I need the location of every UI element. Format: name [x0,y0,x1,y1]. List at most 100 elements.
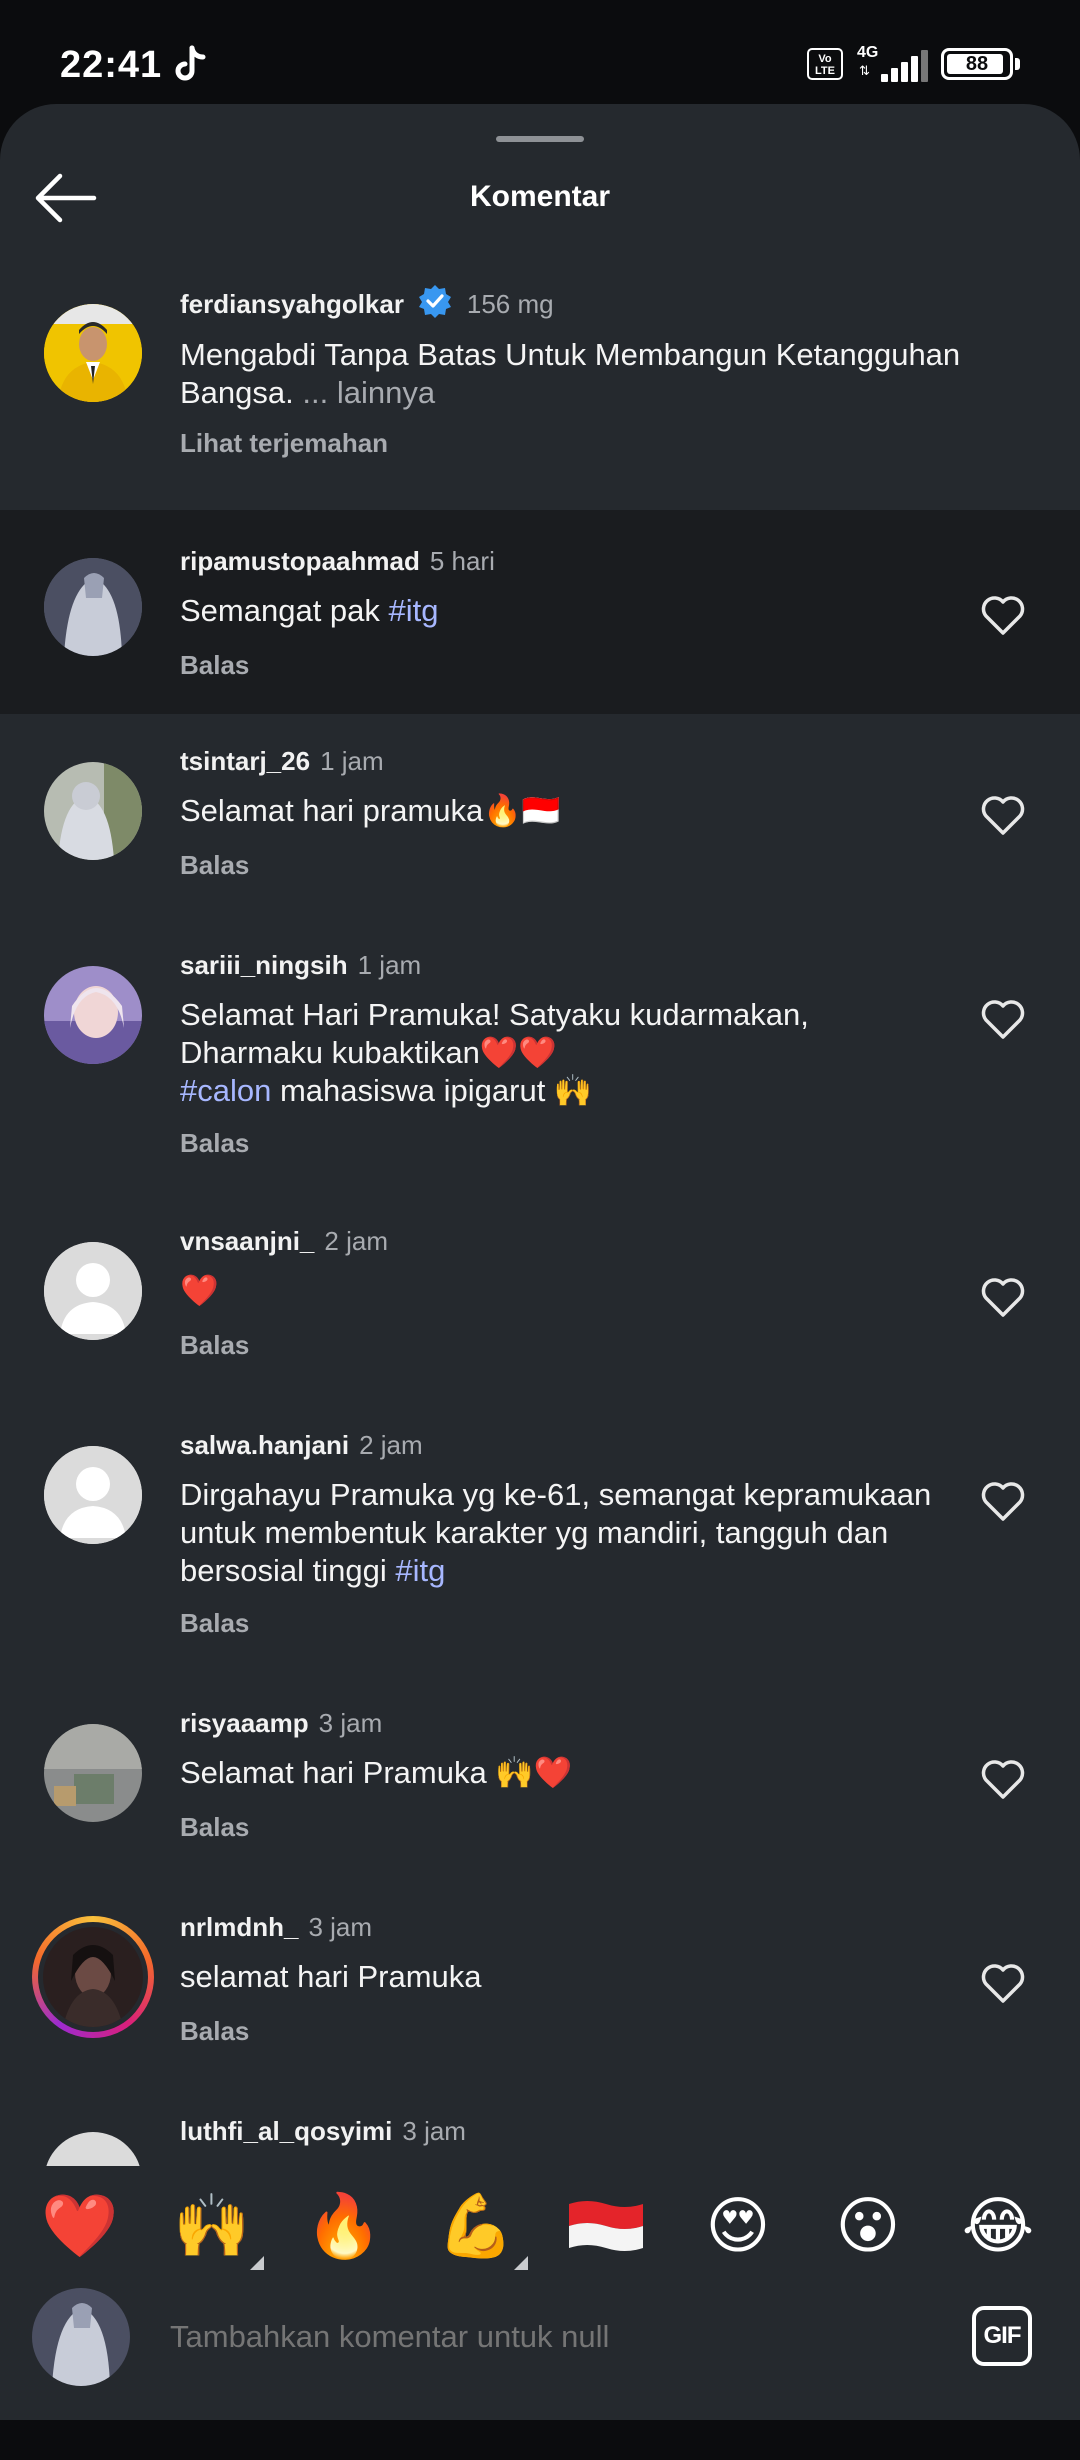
avatar[interactable] [44,966,142,1064]
data-arrows-icon: ⇅ [859,63,870,78]
emoji-quick-bar: ❤️ 🙌 🔥 💪 🇮🇩 😍 😮 😂 [0,2166,1080,2286]
comment-text-line: mahasiswa ipigarut 🙌 [271,1073,593,1108]
signal-icon: 4G ⇅ [857,44,928,82]
comment-time: 3 jam [318,1708,383,1738]
comment-composer: GIF [0,2286,1080,2420]
emoji-flexed-biceps[interactable]: 💪 [436,2186,528,2270]
emoji-glyph: 💪 [437,2189,515,2262]
comment-time: 3 jam [402,2116,466,2146]
reply-button[interactable]: Balas [180,650,249,681]
status-icons: Vo LTE 4G ⇅ 88 [807,44,1020,84]
emoji-indonesia-flag[interactable]: 🇮🇩 [566,2186,646,2266]
comment-time: 1 jam [357,950,422,980]
comment-username[interactable]: risyaaamp [180,1708,309,1738]
heart-icon[interactable] [980,1276,1026,1318]
system-nav-bar [0,2420,1080,2460]
comment-username[interactable]: tsintarj_26 [180,746,310,776]
emoji-laughing[interactable]: 😂 [958,2186,1038,2266]
reply-button[interactable]: Balas [180,1128,249,1159]
avatar[interactable] [44,558,142,656]
heart-icon[interactable] [980,594,1026,636]
comment-text-line: untuk membentuk karakter yg mandiri, tan… [180,1515,889,1550]
reply-button[interactable]: Balas [180,1330,249,1361]
heart-icon[interactable] [980,998,1026,1040]
emoji-glyph: 🙌 [173,2189,251,2262]
comment-text: Semangat pak [180,593,389,628]
comment-time: 2 jam [324,1226,388,1256]
reply-button[interactable]: Balas [180,1812,249,1843]
comment-item: luthfi_al_qosyimi 3 jam [0,2086,1080,2230]
comment-time: 1 jam [320,746,384,776]
reply-button[interactable]: Balas [180,2016,249,2047]
caption-username[interactable]: ferdiansyahgolkar [180,289,404,319]
comment-username[interactable]: nrlmdnh_ [180,1912,298,1942]
translate-link[interactable]: Lihat terjemahan [180,428,388,459]
comment-item: tsintarj_26 1 jam Selamat hari pramuka🔥🇮🇩… [0,714,1080,918]
comment-text: ❤️ [180,1273,219,1308]
caption-text-block: Mengabdi Tanpa Batas Untuk Membangun Ket… [180,336,1000,412]
network-type: 4G [857,44,879,61]
emoji-surprised[interactable]: 😮 [828,2186,908,2266]
comment-username[interactable]: ripamustopaahmad [180,546,420,576]
comment-username[interactable]: luthfi_al_qosyimi [180,2116,392,2146]
gif-button[interactable]: GIF [972,2306,1032,2366]
emoji-heart-eyes[interactable]: 😍 [698,2186,778,2266]
avatar[interactable] [44,304,142,402]
comment-username[interactable]: vnsaanjni_ [180,1226,314,1256]
comment-item: sariii_ningsih 1 jam Selamat Hari Pramuka… [0,918,1080,1196]
comments-sheet: Komentar ferdiansyahgolkar 156 mg Mengab… [0,104,1080,2420]
avatar-story-ring[interactable] [32,1916,154,2038]
comment-text-block: Semangat pak #itg [180,592,940,630]
comment-text: Selamat hari pramuka🔥🇮🇩 [180,793,561,828]
comment-text: Selamat hari Pramuka 🙌❤️ [180,1755,573,1790]
page-title: Komentar [469,180,611,213]
default-avatar[interactable] [44,1242,142,1340]
battery-level: 88 [965,53,989,75]
comment-time: 3 jam [308,1912,373,1942]
caption-text: Mengabdi Tanpa Batas Untuk Membangun Ket… [180,337,961,410]
avatar[interactable] [44,762,142,860]
heart-icon[interactable] [980,794,1026,836]
comment-username[interactable]: sariii_ningsih [180,950,348,980]
post-caption: ferdiansyahgolkar 156 mg Mengabdi Tanpa … [0,254,1080,514]
comment-text-line: Dharmaku kubaktikan❤️❤️ [180,1035,558,1070]
battery-icon: 88 [941,48,1013,80]
hashtag-link[interactable]: #itg [395,1553,445,1588]
emoji-fire[interactable]: 🔥 [304,2186,384,2266]
tiktok-icon [175,45,206,81]
comment-item: salwa.hanjani 2 jam Dirgahayu Pramuka yg … [0,1400,1080,1678]
comment-item: nrlmdnh_ 3 jam selamat hari Pramuka Balas [0,1882,1080,2086]
hashtag-link[interactable]: #itg [389,593,439,628]
default-avatar[interactable] [44,1446,142,1544]
heart-icon[interactable] [980,1758,1026,1800]
comment-text-block: Selamat Hari Pramuka! Satyaku kudarmakan… [180,996,940,1110]
status-time: 22:41 [60,44,163,86]
comment-username[interactable]: salwa.hanjani [180,1430,349,1460]
hashtag-link[interactable]: #calon [180,1073,271,1108]
sheet-drag-handle[interactable] [496,136,584,142]
avatar[interactable] [44,1724,142,1822]
emoji-raising-hands[interactable]: 🙌 [172,2186,264,2270]
caption-time: 156 mg [466,289,554,319]
comment-item: ripamustopaahmad 5 hari Semangat pak #itg… [0,510,1080,714]
comment-time: 2 jam [359,1430,423,1460]
comment-text-block: Dirgahayu Pramuka yg ke-61, semangat kep… [180,1476,980,1590]
caption-more-link[interactable]: ... lainnya [302,375,435,410]
comment-text-line: Dirgahayu Pramuka yg ke-61, semangat kep… [180,1477,932,1512]
verified-badge-icon [419,285,452,318]
comment-time: 5 hari [429,546,495,576]
comment-item: risyaaamp 3 jam Selamat hari Pramuka 🙌❤️ … [0,1678,1080,1882]
my-avatar[interactable] [32,2288,130,2386]
comment-item: vnsaanjni_ 2 jam ❤️ Balas [0,1196,1080,1400]
comment-input[interactable] [170,2312,930,2362]
heart-icon[interactable] [980,1480,1026,1522]
comment-text-line: bersosial tinggi [180,1553,396,1588]
reply-button[interactable]: Balas [180,1608,249,1639]
comment-text: selamat hari Pramuka [180,1959,482,1994]
volte-icon: Vo LTE [807,48,843,80]
heart-icon[interactable] [980,1962,1026,2004]
status-bar: 22:41 Vo LTE 4G ⇅ 88 [0,0,1080,110]
reply-button[interactable]: Balas [180,850,249,881]
comment-text-line: Selamat Hari Pramuka! Satyaku kudarmakan… [180,997,809,1032]
emoji-heart[interactable]: ❤️ [40,2186,120,2266]
